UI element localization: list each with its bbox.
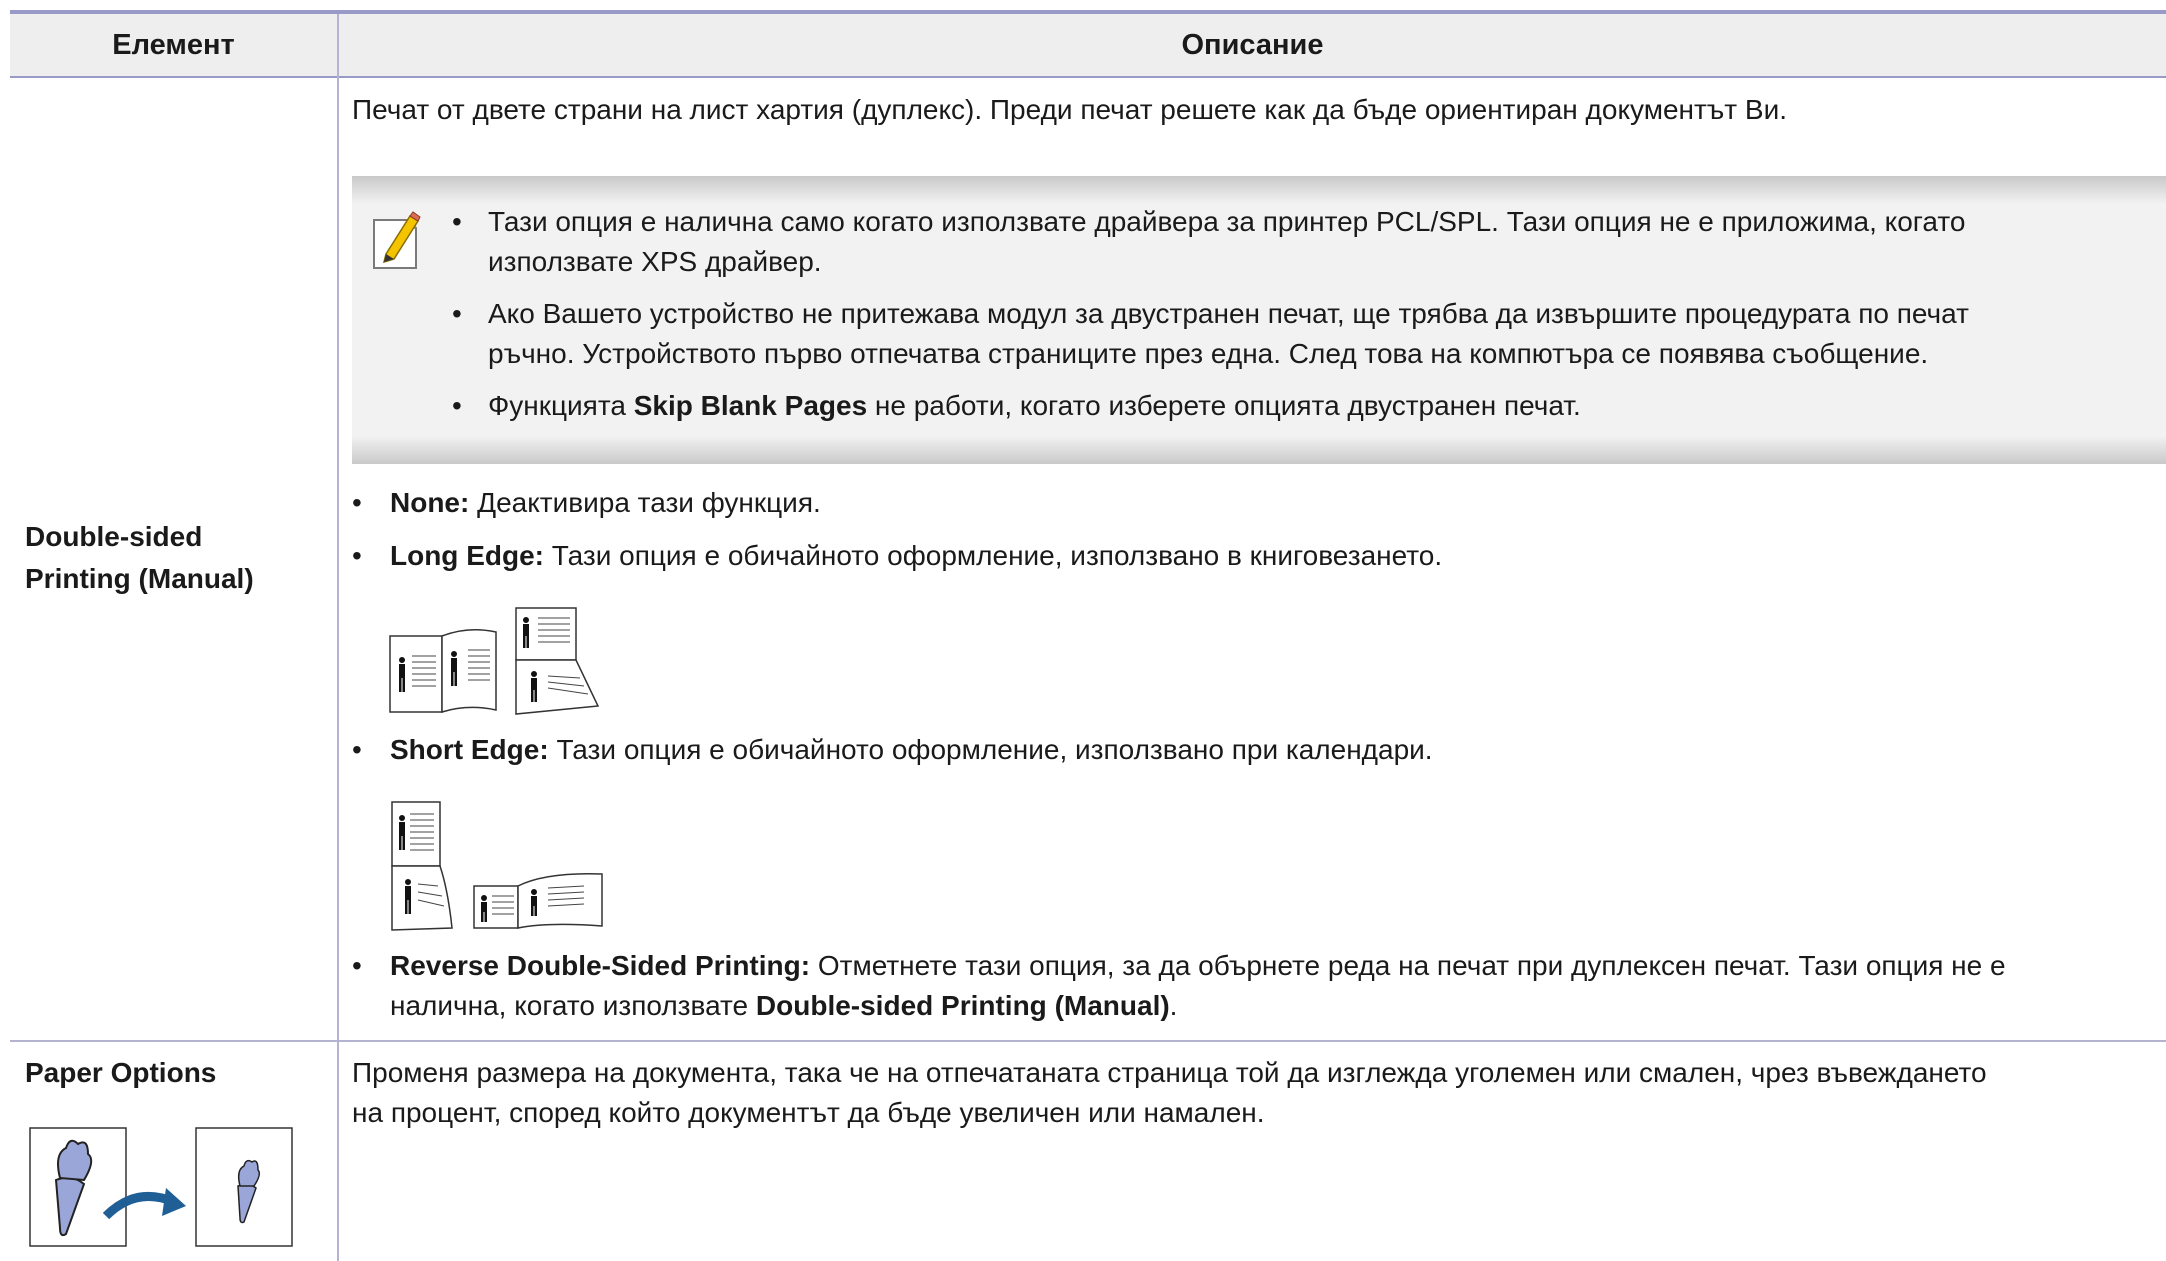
option-long-edge: • Long Edge: Тази опция е обичайното офо… (352, 540, 1443, 571)
row-label-double-sided: Double-sided Printing (Manual) (25, 521, 254, 594)
row-label-paper-options: Paper Options (25, 1057, 217, 1088)
note-pencil-icon (373, 211, 421, 269)
row-divider (10, 1040, 2166, 1042)
short-edge-illustration (391, 801, 603, 931)
note-item: • Тази опция е налична само когато изпол… (452, 206, 1966, 277)
column-divider (337, 14, 339, 1261)
note-box: • Тази опция е налична само когато изпол… (352, 176, 2166, 464)
column-header-element: Елемент (10, 14, 337, 78)
long-edge-illustration (389, 607, 600, 715)
column-header-description: Описание (339, 14, 2166, 78)
option-none: • None: Деактивира тази функция. (352, 487, 821, 518)
note-item: • Функцията Skip Blank Pages не работи, … (452, 390, 1581, 421)
double-sided-intro: Печат от двете страни на лист хартия (ду… (352, 94, 1787, 125)
scale-illustration (29, 1127, 293, 1247)
option-short-edge: • Short Edge: Тази опция е обичайното оф… (352, 734, 1433, 765)
paper-options-text-line1: Променя размера на документа, така че на… (352, 1057, 1987, 1088)
option-reverse-double-sided: • Reverse Double-Sided Printing: Отметне… (352, 950, 2006, 1021)
manual-page: Елемент Описание Double-sided Printing (… (0, 0, 2166, 1261)
paper-options-text-line2: на процент, според който документът да б… (352, 1097, 1265, 1128)
note-item: • Ако Вашето устройство не притежава мод… (452, 298, 1969, 369)
